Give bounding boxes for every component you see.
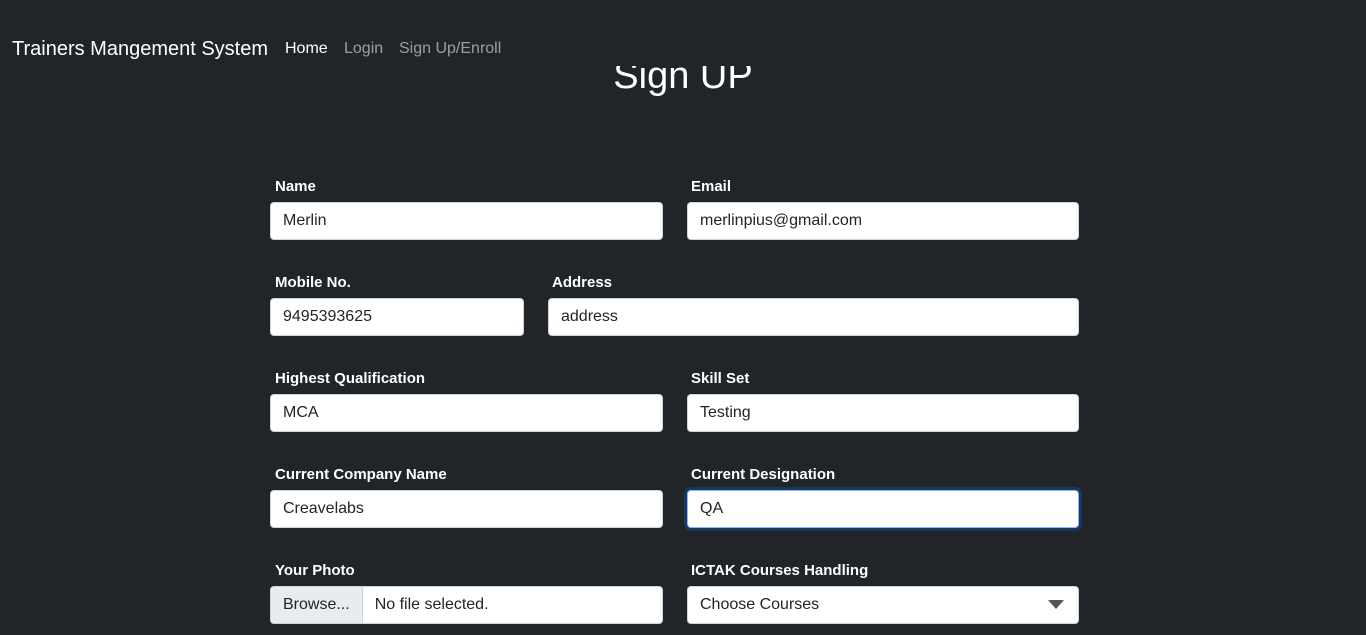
mobile-input[interactable] [270, 298, 524, 336]
courses-select[interactable]: Choose Courses [687, 586, 1079, 624]
photo-file-input[interactable]: Browse... No file selected. [270, 586, 663, 624]
designation-label: Current Designation [691, 466, 836, 483]
qualification-label: Highest Qualification [275, 370, 426, 387]
address-label: Address [552, 274, 613, 291]
courses-selected-value: Choose Courses [700, 596, 820, 613]
company-input[interactable] [270, 490, 663, 528]
skill-set-label: Skill Set [691, 370, 750, 387]
address-input[interactable] [548, 298, 1079, 336]
company-label: Current Company Name [275, 466, 447, 483]
mobile-label: Mobile No. [275, 274, 351, 291]
name-input[interactable] [270, 202, 663, 240]
designation-input[interactable] [687, 490, 1079, 528]
file-status-text: No file selected. [374, 596, 489, 613]
browse-button[interactable]: Browse... [271, 587, 363, 623]
email-label: Email [691, 178, 732, 195]
qualification-input[interactable] [270, 394, 663, 432]
courses-label: ICTAK Courses Handling [691, 562, 869, 579]
photo-label: Your Photo [275, 562, 355, 579]
nav-link-login[interactable]: Login [344, 39, 383, 59]
skill-set-input[interactable] [687, 394, 1079, 432]
email-input[interactable] [687, 202, 1079, 240]
nav-link-home[interactable]: Home [285, 39, 328, 59]
navbar-brand[interactable]: Trainers Mangement System [12, 36, 268, 62]
navbar: Trainers Mangement System Home Login Sig… [0, 0, 1366, 66]
chevron-down-icon [1048, 600, 1064, 609]
nav-link-signup[interactable]: Sign Up/Enroll [399, 39, 501, 59]
name-label: Name [275, 178, 316, 195]
